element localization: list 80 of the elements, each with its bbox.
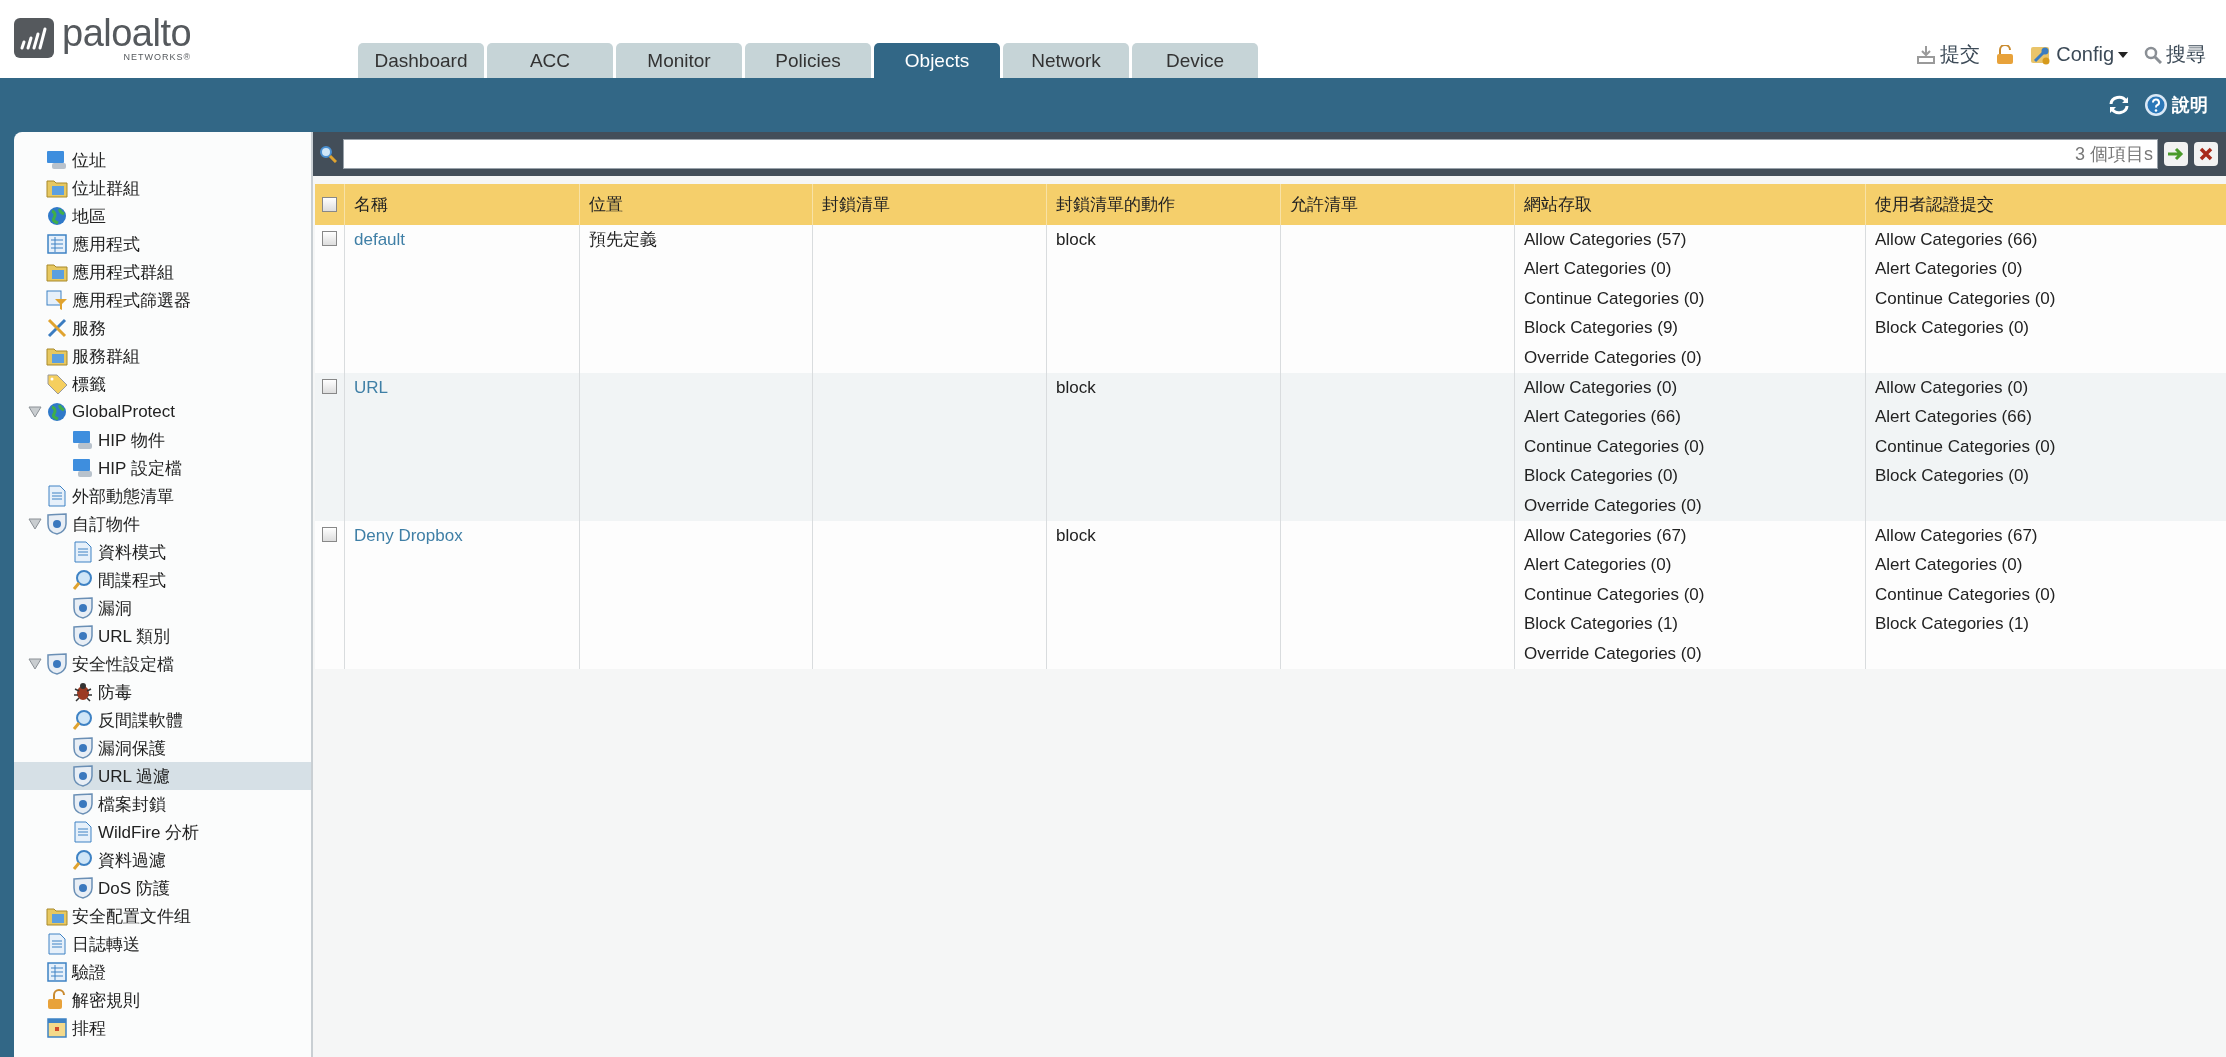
tree-item[interactable]: URL 過濾 (14, 762, 311, 790)
category-count: Allow Categories (0) (1524, 377, 1679, 399)
tree-item[interactable]: 解密規則 (14, 986, 311, 1014)
tree-item[interactable]: 外部動態清單 (14, 482, 311, 510)
profile-name-link[interactable]: URL (354, 378, 388, 397)
category-count: Continue Categories (0) (1875, 287, 2057, 310)
nav-tab[interactable]: Network (1003, 43, 1129, 78)
tree-item[interactable]: 排程 (14, 1014, 311, 1042)
table-cell: block (1056, 230, 1096, 249)
tree-item[interactable]: HIP 物件 (14, 426, 311, 454)
tree-item[interactable]: WildFire 分析 (14, 818, 311, 846)
tree-item[interactable]: 標籤 (14, 370, 311, 398)
category-count: Continue Categories (0) (1524, 435, 1706, 458)
category-count: Allow Categories (0) (1875, 377, 2030, 399)
category-count: Block Categories (1) (1875, 613, 2030, 636)
category-count: Override Categories (0) (1524, 642, 1703, 665)
filter-field[interactable]: 3 個項目s (343, 139, 2158, 169)
category-count: Allow Categories (67) (1875, 525, 2039, 547)
profile-name-link[interactable]: default (354, 230, 406, 249)
config-menu-button[interactable]: Config (2030, 43, 2128, 66)
category-count: Alert Categories (66) (1875, 406, 2033, 429)
tree-item[interactable]: GlobalProtect (14, 398, 311, 426)
help-button[interactable]: 說明 (2144, 93, 2208, 117)
tree-item[interactable]: 反間諜軟體 (14, 706, 311, 734)
category-count: Alert Categories (0) (1524, 258, 1673, 281)
tree-item[interactable]: 安全性設定檔 (14, 650, 311, 678)
category-count: Continue Categories (0) (1875, 435, 2057, 458)
tree-item[interactable]: 服務群組 (14, 342, 311, 370)
nav-tab[interactable]: ACC (487, 43, 613, 78)
tree-item[interactable]: 應用程式篩選器 (14, 286, 311, 314)
category-count: Override Categories (0) (1524, 346, 1703, 369)
category-count: Continue Categories (0) (1875, 583, 2057, 606)
tree-item[interactable]: 檔案封鎖 (14, 790, 311, 818)
category-count: Allow Categories (66) (1875, 229, 2039, 251)
tree-item[interactable]: 應用程式 (14, 230, 311, 258)
nav-tab[interactable]: Device (1132, 43, 1258, 78)
tree-item[interactable]: 驗證 (14, 958, 311, 986)
tree-item[interactable]: 防毒 (14, 678, 311, 706)
tree-item[interactable]: 自訂物件 (14, 510, 311, 538)
category-count: Block Categories (0) (1524, 465, 1679, 488)
tree-item[interactable]: 漏洞 (14, 594, 311, 622)
tree-item[interactable]: 漏洞保護 (14, 734, 311, 762)
nav-tab[interactable]: Policies (745, 43, 871, 78)
tree-item[interactable]: 日誌轉送 (14, 930, 311, 958)
category-count: Alert Categories (66) (1524, 406, 1682, 429)
table-cell: block (1056, 526, 1096, 545)
table-cell: block (1056, 378, 1096, 397)
nav-tab[interactable]: Dashboard (358, 43, 484, 78)
logo-subtitle: NETWORKS® (123, 52, 192, 62)
tree-item[interactable]: 安全配置文件组 (14, 902, 311, 930)
tree-item[interactable]: 位址 (14, 146, 311, 174)
category-count: Continue Categories (0) (1524, 583, 1706, 606)
nav-tab[interactable]: Monitor (616, 43, 742, 78)
tree-item[interactable]: 服務 (14, 314, 311, 342)
commit-button[interactable]: 提交 (1916, 41, 1981, 68)
category-count: Alert Categories (0) (1875, 554, 2024, 577)
tree-item[interactable]: HIP 設定檔 (14, 454, 311, 482)
category-count: Block Categories (1) (1524, 613, 1679, 636)
category-count: Block Categories (0) (1875, 465, 2030, 488)
table-cell: 預先定義 (589, 230, 657, 249)
nav-tab[interactable]: Objects (874, 43, 1000, 78)
category-count: Allow Categories (67) (1524, 525, 1688, 547)
category-count: Override Categories (0) (1524, 494, 1703, 517)
category-count: Block Categories (0) (1875, 317, 2030, 340)
category-count: Block Categories (9) (1524, 317, 1679, 340)
tree-item[interactable]: DoS 防護 (14, 874, 311, 902)
category-count: Alert Categories (0) (1875, 258, 2024, 281)
logo-wordmark: paloalto (62, 14, 192, 52)
tree-item[interactable]: URL 類別 (14, 622, 311, 650)
category-count: Allow Categories (57) (1524, 229, 1688, 251)
tree-item[interactable]: 位址群組 (14, 174, 311, 202)
tree-item[interactable]: 資料模式 (14, 538, 311, 566)
category-count: Alert Categories (0) (1524, 554, 1673, 577)
category-count: Continue Categories (0) (1524, 287, 1706, 310)
tree-item[interactable]: 間諜程式 (14, 566, 311, 594)
tree-item[interactable]: 資料過濾 (14, 846, 311, 874)
tree-item[interactable]: 應用程式群組 (14, 258, 311, 286)
search-button[interactable]: 搜尋 (2144, 41, 2206, 68)
tree-item[interactable]: 地區 (14, 202, 311, 230)
profile-name-link[interactable]: Deny Dropbox (354, 526, 463, 545)
